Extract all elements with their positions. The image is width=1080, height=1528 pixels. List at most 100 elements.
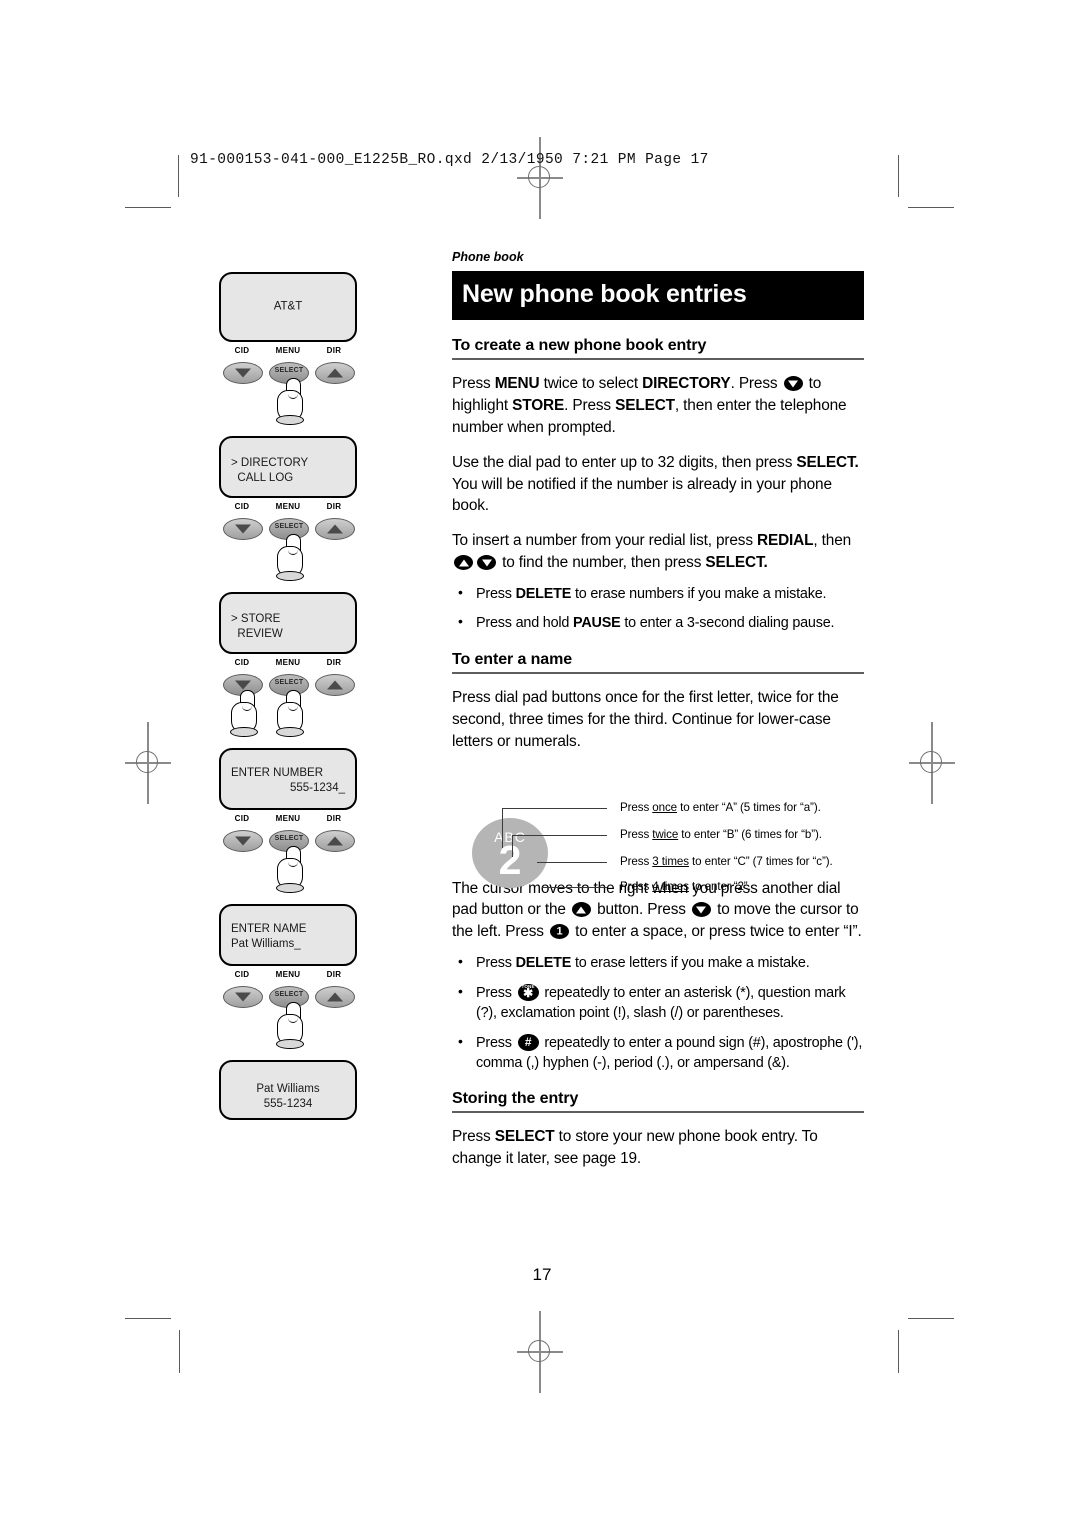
select-key-label: SELECT [274, 835, 304, 842]
key-cap-menu: MENU [275, 814, 301, 823]
down-arrow-key-icon [783, 376, 803, 391]
stored-number-value: 555-1234 [263, 1098, 313, 1111]
keyrow-2: CID MENU DIR SELECT [219, 502, 357, 581]
stored-name-value: Pat Williams [256, 1083, 320, 1095]
heading-enter-name: To enter a name [452, 651, 864, 674]
key-cap-menu: MENU [275, 658, 301, 667]
select-key-label: SELECT [274, 991, 304, 998]
section-kicker: Phone book [452, 250, 524, 264]
key-cap-dir: DIR [326, 502, 342, 511]
key-cap-dir: DIR [326, 658, 342, 667]
keyrow-3: CID MENU DIR SELECT [219, 658, 357, 737]
leader-line-1-vertical [502, 808, 504, 848]
key-cap-menu: MENU [275, 346, 301, 355]
select-key-label: SELECT [274, 523, 304, 530]
callout-line-3: Press 3 times to enter “C” (7 times for … [620, 855, 833, 868]
step-illustration-column: AT&T CID MENU DIR SELECT > DIRECTORY CAL… [219, 272, 359, 1120]
entered-name-value: Pat Williams_ [231, 938, 301, 951]
paragraph-name-1: Press dial pad buttons once for the firs… [452, 688, 839, 750]
dir-up-key[interactable] [315, 362, 355, 384]
key-cap-cid: CID [234, 970, 250, 979]
key-cap-dir: DIR [326, 814, 342, 823]
dir-up-key[interactable] [315, 518, 355, 540]
down-arrow-key-icon [691, 902, 711, 918]
paragraph-create-2: Use the dial pad to enter up to 32 digit… [452, 453, 859, 515]
crop-mark-top-right-vertical [898, 155, 900, 197]
crop-mark-top-left-vertical [178, 155, 180, 197]
callout-line-2: Press twice to enter “B” (6 times for “b… [620, 828, 822, 841]
down-arrow-key-icon [477, 555, 496, 571]
screen-enter-name: ENTER NAME Pat Williams_ [219, 904, 357, 966]
one-key-icon: 1 [549, 924, 569, 940]
crop-mark-top-left-horizontal [125, 207, 171, 209]
up-arrow-key-icon [454, 555, 473, 571]
pound-key-icon: # [517, 1033, 539, 1051]
page-canvas: 91-000153-041-000_E1225B_RO.qxd 2/13/195… [0, 0, 1080, 1528]
key-2-digit: 2 [498, 837, 522, 883]
page-title: New phone book entries [452, 271, 864, 320]
paragraph-create-1: Press MENU twice to select DIRECTORY. Pr… [452, 375, 847, 436]
keyrow-1: CID MENU DIR SELECT [219, 346, 357, 425]
crop-mark-bottom-left-horizontal [125, 1318, 171, 1320]
bullet-list-name: Press DELETE to erase letters if you mak… [452, 952, 864, 1074]
pointing-hand-icon [275, 690, 305, 737]
leader-line-4-horizontal [542, 887, 607, 889]
keyrow-5: CID MENU DIR SELECT [219, 970, 357, 1049]
paragraph-storing: Press SELECT to store your new phone boo… [452, 1128, 818, 1168]
dialpad-key-callout: ABC 2 Press once to enter “A” (5 times f… [452, 790, 864, 900]
key-cap-menu: MENU [275, 970, 301, 979]
cid-down-key[interactable] [223, 986, 263, 1008]
list-item: Press DELETE to erase letters if you mak… [452, 952, 864, 973]
keyrow-4: CID MENU DIR SELECT [219, 814, 357, 893]
crop-mark-bottom-right-horizontal [908, 1318, 954, 1320]
screen-result: Pat Williams 555-1234 [219, 1060, 357, 1120]
callout-line-4: Press 4 times to enter “2”. [620, 880, 751, 893]
key-cap-cid: CID [234, 814, 250, 823]
pointing-hand-icon [275, 534, 305, 581]
screen-enter-number: ENTER NUMBER 555-1234_ [219, 748, 357, 810]
screen-att: AT&T [219, 272, 357, 342]
list-item: Press and hold PAUSE to enter a 3-second… [452, 612, 864, 633]
dir-up-key[interactable] [315, 674, 355, 696]
cid-down-key[interactable] [223, 362, 263, 384]
screen-directory: > DIRECTORY CALL LOG [219, 436, 357, 498]
key-cap-menu: MENU [275, 502, 301, 511]
pointing-hand-icon [275, 846, 305, 893]
up-arrow-key-icon [571, 902, 591, 918]
entered-number-value: 555-1234_ [290, 782, 345, 795]
list-item: Press DELETE to erase numbers if you mak… [452, 583, 864, 604]
leader-line-1-horizontal [502, 808, 607, 810]
leader-line-2-horizontal [512, 835, 607, 837]
key-cap-dir: DIR [326, 970, 342, 979]
dialpad-key-2-icon: ABC 2 [472, 818, 548, 888]
heading-storing-entry: Storing the entry [452, 1090, 864, 1114]
heading-create-entry: To create a new phone book entry [452, 337, 864, 360]
callout-line-1: Press once to enter “A” (5 times for “a”… [620, 801, 821, 814]
key-cap-dir: DIR [326, 346, 342, 355]
list-item: Press # repeatedly to enter a pound sign… [452, 1032, 864, 1074]
crop-mark-bottom-left-vertical [179, 1330, 181, 1373]
select-key-label: SELECT [274, 367, 304, 374]
cid-down-key[interactable] [223, 518, 263, 540]
crop-mark-top-right-horizontal [908, 207, 954, 209]
key-cap-cid: CID [234, 346, 250, 355]
paragraph-create-3: To insert a number from your redial list… [452, 532, 852, 572]
key-cap-cid: CID [234, 658, 250, 667]
pointing-hand-icon [275, 378, 305, 425]
registration-mark-right-middle [909, 722, 955, 804]
page-number: 17 [532, 1265, 552, 1284]
dir-up-key[interactable] [315, 986, 355, 1008]
key-cap-cid: CID [234, 502, 250, 511]
crop-mark-bottom-right-vertical [898, 1330, 900, 1373]
list-item: Press TONE✱ repeatedly to enter an aster… [452, 982, 864, 1024]
dir-up-key[interactable] [315, 830, 355, 852]
star-tone-key-icon: TONE ✱ [517, 983, 539, 1001]
file-header-stamp: 91-000153-041-000_E1225B_RO.qxd 2/13/195… [190, 152, 709, 168]
select-key-label: SELECT [274, 679, 304, 686]
leader-line-3-horizontal [537, 862, 607, 864]
main-content: Phone book New phone book entries To cre… [452, 250, 864, 1170]
pointing-hand-icon [229, 690, 259, 737]
pointing-hand-icon [275, 1002, 305, 1049]
cid-down-key[interactable] [223, 830, 263, 852]
registration-mark-left-middle [125, 722, 171, 804]
